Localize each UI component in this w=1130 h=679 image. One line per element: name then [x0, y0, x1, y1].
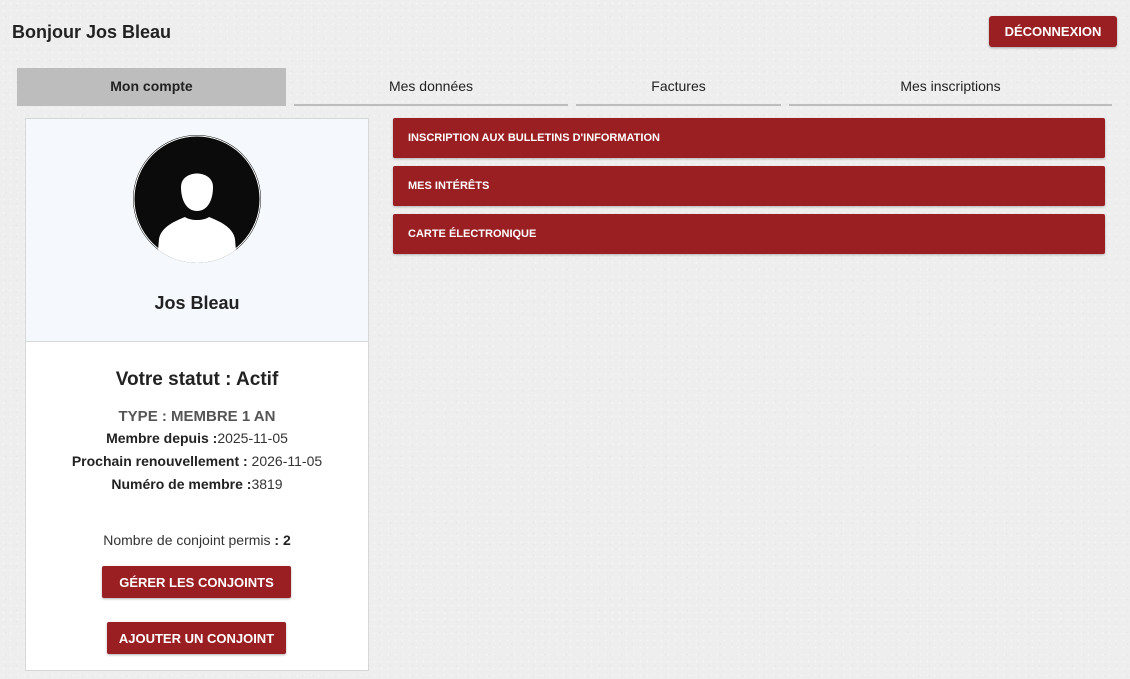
profile-name: Jos Bleau — [154, 293, 240, 313]
spouse-count-value: : 2 — [274, 532, 291, 548]
manage-spouses-button[interactable]: GÉRER LES CONJOINTS — [102, 566, 291, 598]
member-since-label: Membre depuis : — [106, 430, 218, 446]
member-number-value: 3819 — [251, 476, 283, 492]
spouse-count: Nombre de conjoint permis : 2 — [26, 532, 368, 548]
add-spouse-button[interactable]: AJOUTER UN CONJOINT — [107, 622, 286, 654]
page-greeting: Bonjour Jos Bleau — [12, 22, 172, 42]
next-renewal-value: 2026-11-05 — [247, 453, 323, 469]
member-number: Numéro de membre :3819 — [26, 476, 368, 492]
tab-mon-compte[interactable]: Mon compte — [17, 68, 286, 106]
newsletter-subscription-panel[interactable]: INSCRIPTION AUX BULLETINS D'INFORMATION — [393, 118, 1105, 158]
next-renewal-label: Prochain renouvellement : — [71, 453, 248, 469]
tab-factures[interactable]: Factures — [576, 68, 781, 106]
member-since: Membre depuis :2025-11-05 — [26, 430, 368, 446]
tab-mes-donnees[interactable]: Mes données — [294, 68, 568, 106]
membership-type: TYPE : MEMBRE 1 AN — [118, 408, 276, 425]
profile-header: Jos Bleau — [26, 119, 368, 342]
logout-button[interactable]: DÉCONNEXION — [989, 16, 1117, 47]
tab-mes-inscriptions[interactable]: Mes inscriptions — [789, 68, 1112, 106]
next-renewal: Prochain renouvellement : 2026-11-05 — [26, 453, 368, 469]
profile-card: Jos Bleau Votre statut : Actif TYPE : ME… — [25, 118, 369, 671]
member-since-value: 2025-11-05 — [217, 430, 288, 446]
status-title: Votre statut : Actif — [115, 369, 279, 390]
account-tabs: Mon compte Mes données Factures Mes insc… — [0, 68, 1130, 106]
my-interests-panel[interactable]: MES INTÉRÊTS — [393, 166, 1105, 206]
user-silhouette-icon — [133, 135, 261, 263]
spouse-count-label: Nombre de conjoint permis — [103, 532, 275, 548]
electronic-card-panel[interactable]: CARTE ÉLECTRONIQUE — [393, 214, 1105, 254]
member-number-label: Numéro de membre : — [111, 476, 252, 492]
